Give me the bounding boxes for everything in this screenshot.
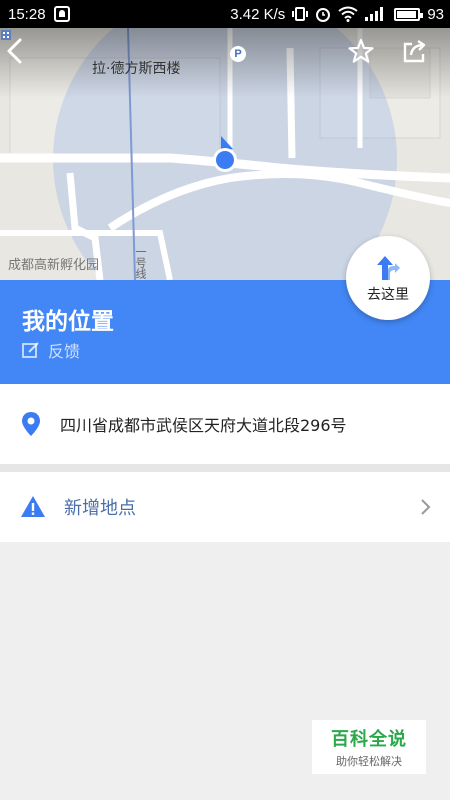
watermark-title: 百科全说 — [331, 729, 407, 750]
feedback-link[interactable]: 反馈 — [22, 338, 80, 362]
notification-icon — [53, 6, 70, 22]
vibrate-icon — [292, 7, 309, 21]
signal-icon — [365, 7, 384, 21]
back-button[interactable] — [4, 38, 44, 78]
add-place-row[interactable]: 新增地点 — [0, 472, 450, 542]
wifi-icon — [338, 6, 358, 22]
add-place-label: 新增地点 — [64, 498, 136, 519]
parking-icon[interactable]: P — [230, 46, 246, 62]
go-here-label: 去这里 — [367, 287, 409, 303]
share-button[interactable] — [402, 38, 442, 78]
edit-icon — [22, 342, 39, 358]
go-here-button[interactable]: 去这里 — [346, 236, 430, 320]
status-bar: 15:28 3.42 K/s 93 — [0, 0, 450, 28]
status-time: 15:28 — [8, 5, 46, 23]
address-text: 四川省成都市武侯区天府大道北段296号 — [60, 416, 347, 435]
battery-icon — [394, 7, 424, 21]
section-divider — [0, 464, 450, 472]
feedback-label: 反馈 — [48, 342, 81, 361]
favorite-button[interactable] — [348, 38, 388, 78]
chevron-right-icon — [421, 499, 431, 515]
warning-icon — [21, 496, 45, 517]
location-pin-icon — [22, 412, 40, 436]
watermark-logo: 百科全说 助你轻松解决 — [312, 720, 426, 774]
poi-label[interactable]: 拉·德方斯西楼 — [92, 58, 180, 78]
watermark-subtitle: 助你轻松解决 — [336, 755, 402, 768]
alarm-icon — [316, 8, 331, 22]
place-title: 我的位置 — [22, 309, 114, 335]
area-label: 成都高新孵化园 — [8, 258, 100, 273]
back-arrow-icon — [7, 38, 22, 64]
address-row[interactable]: 四川省成都市武侯区天府大道北段296号 — [0, 384, 450, 464]
battery-level: 93 — [427, 5, 444, 23]
status-right-group: 3.42 K/s 93 — [230, 6, 444, 23]
share-icon — [403, 40, 426, 63]
route-arrow-icon — [377, 256, 400, 280]
network-speed: 3.42 K/s — [230, 5, 286, 23]
star-icon — [348, 38, 374, 63]
road-label: 一号线 — [134, 246, 147, 279]
